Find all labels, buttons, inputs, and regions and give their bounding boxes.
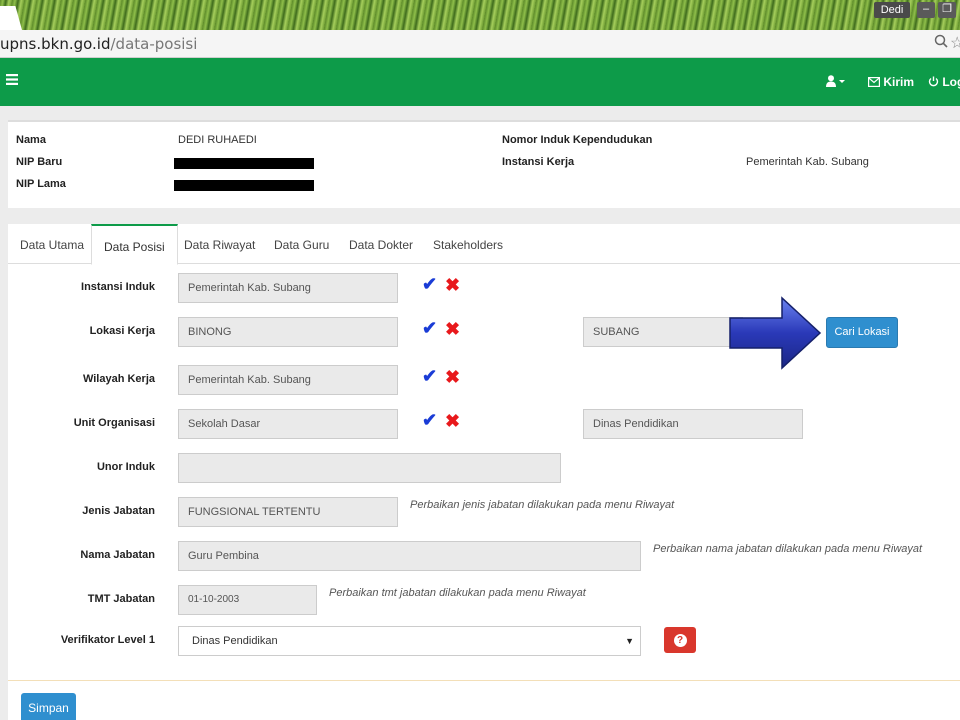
instansi-induk-field[interactable]: Pemerintah Kab. Subang bbox=[178, 273, 398, 303]
jenis-jabatan-note: Perbaikan jenis jabatan dilakukan pada m… bbox=[410, 499, 675, 511]
address-bar[interactable]: upns.bkn.go.id/data-posisi ☆ bbox=[0, 30, 960, 58]
nama-jabatan-label: Nama Jabatan bbox=[80, 549, 155, 561]
restore-icon[interactable]: ❐ bbox=[938, 2, 956, 18]
hamburger-menu-icon[interactable] bbox=[6, 73, 18, 89]
cross-icon[interactable]: ✖ bbox=[445, 367, 460, 388]
check-icon[interactable]: ✔ bbox=[422, 274, 437, 295]
unor-induk-field[interactable] bbox=[178, 453, 561, 483]
tmt-jabatan-field[interactable]: 01-10-2003 bbox=[178, 585, 317, 615]
verifikator-selected-value: Dinas Pendidikan bbox=[192, 635, 278, 647]
tab-data-guru[interactable]: Data Guru bbox=[262, 224, 341, 264]
logout-link[interactable]: Logout bbox=[928, 75, 960, 89]
envelope-icon bbox=[868, 77, 881, 88]
power-icon bbox=[928, 76, 939, 87]
instansi-kerja-label: Instansi Kerja bbox=[502, 156, 575, 168]
lokasi-kerja-label: Lokasi Kerja bbox=[89, 325, 155, 337]
nip-baru-label: NIP Baru bbox=[16, 156, 63, 168]
tab-data-utama[interactable]: Data Utama bbox=[8, 224, 96, 264]
check-icon[interactable]: ✔ bbox=[422, 318, 437, 339]
nama-label: Nama bbox=[16, 134, 46, 146]
url-path: /data-posisi bbox=[110, 35, 198, 53]
form-divider bbox=[8, 680, 960, 681]
nama-jabatan-note: Perbaikan nama jabatan dilakukan pada me… bbox=[653, 543, 923, 555]
pointer-arrow-icon bbox=[729, 296, 822, 370]
unor-induk-label: Unor Induk bbox=[96, 461, 155, 473]
simpan-button[interactable]: Simpan bbox=[21, 693, 76, 720]
user-menu-icon[interactable] bbox=[826, 75, 846, 90]
url-host: upns.bkn.go.id bbox=[0, 35, 111, 53]
cross-icon[interactable]: ✖ bbox=[445, 319, 460, 340]
instansi-induk-label: Instansi Induk bbox=[81, 281, 155, 293]
unit-organisasi-induk-field[interactable]: Dinas Pendidikan bbox=[583, 409, 803, 439]
tmt-jabatan-note: Perbaikan tmt jabatan dilakukan pada men… bbox=[329, 587, 586, 599]
help-button[interactable]: ? bbox=[664, 627, 696, 653]
nama-jabatan-field[interactable]: Guru Pembina bbox=[178, 541, 641, 571]
jenis-jabatan-label: Jenis Jabatan bbox=[82, 505, 155, 517]
url-text[interactable]: upns.bkn.go.id/data-posisi bbox=[0, 35, 197, 53]
cari-lokasi-button[interactable]: Cari Lokasi bbox=[826, 317, 898, 348]
tab-data-posisi[interactable]: Data Posisi bbox=[91, 224, 178, 265]
lokasi-kerja-kabupaten-field[interactable]: SUBANG bbox=[583, 317, 743, 347]
nip-lama-label: NIP Lama bbox=[16, 178, 66, 190]
tab-data-riwayat[interactable]: Data Riwayat bbox=[172, 224, 267, 264]
chevron-down-icon: ▼ bbox=[625, 636, 634, 646]
wilayah-kerja-label: Wilayah Kerja bbox=[82, 373, 155, 385]
check-icon[interactable]: ✔ bbox=[422, 410, 437, 431]
nik-label: Nomor Induk Kependudukan bbox=[502, 134, 653, 146]
nip-baru-redacted bbox=[174, 158, 314, 169]
nip-lama-redacted bbox=[174, 180, 314, 191]
search-icon[interactable] bbox=[934, 34, 948, 52]
tab-stakeholders[interactable]: Stakeholders bbox=[421, 224, 515, 264]
logout-label: Logout bbox=[942, 75, 960, 89]
check-icon[interactable]: ✔ bbox=[422, 366, 437, 387]
browser-profile-badge[interactable]: Dedi bbox=[874, 2, 910, 18]
tab-data-dokter[interactable]: Data Dokter bbox=[337, 224, 425, 264]
profile-tabs: Data Utama Data Posisi Data Riwayat Data… bbox=[8, 224, 960, 265]
kirim-link[interactable]: Kirim bbox=[868, 75, 914, 89]
minimize-icon[interactable]: – bbox=[917, 2, 935, 18]
wilayah-kerja-field[interactable]: Pemerintah Kab. Subang bbox=[178, 365, 398, 395]
nama-value: DEDI RUHAEDI bbox=[178, 134, 257, 146]
instansi-kerja-value: Pemerintah Kab. Subang bbox=[746, 156, 869, 168]
profile-card: Nama DEDI RUHAEDI NIP Baru NIP Lama Nomo… bbox=[8, 120, 960, 208]
app-navbar: Kirim Logout bbox=[0, 58, 960, 106]
jenis-jabatan-field[interactable]: FUNGSIONAL TERTENTU bbox=[178, 497, 398, 527]
unit-organisasi-label: Unit Organisasi bbox=[73, 417, 155, 429]
question-icon: ? bbox=[673, 634, 687, 647]
kirim-label: Kirim bbox=[883, 75, 915, 89]
tmt-jabatan-label: TMT Jabatan bbox=[87, 593, 155, 605]
verifikator-select[interactable]: Dinas Pendidikan ▼ bbox=[178, 626, 641, 656]
cross-icon[interactable]: ✖ bbox=[445, 275, 460, 296]
verifikator-label: Verifikator Level 1 bbox=[60, 634, 155, 646]
unit-organisasi-field[interactable]: Sekolah Dasar bbox=[178, 409, 398, 439]
cross-icon[interactable]: ✖ bbox=[445, 411, 460, 432]
lokasi-kerja-field[interactable]: BINONG bbox=[178, 317, 398, 347]
browser-tabstrip bbox=[0, 0, 960, 30]
bookmark-star-icon[interactable]: ☆ bbox=[950, 33, 960, 53]
